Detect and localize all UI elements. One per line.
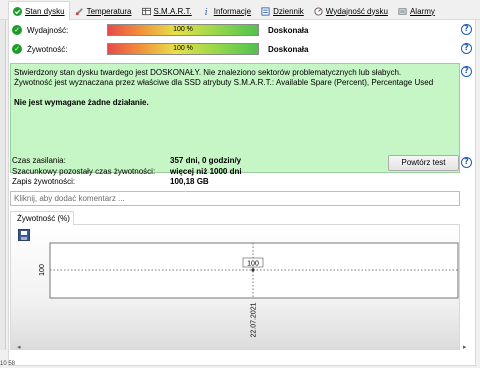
chart-svg: 100 100 22.07.2021	[39, 242, 459, 338]
chart-x-tick-label: 22.07.2021	[251, 302, 258, 337]
corner-text: 10 58	[0, 361, 16, 367]
scroll-right-arrow[interactable]: ▸	[463, 343, 467, 351]
scroll-left-arrow[interactable]: ◂	[17, 343, 21, 351]
chart-point	[251, 268, 255, 272]
chart-y-tick-label: 100	[39, 264, 46, 276]
chart-data-label: 100	[247, 261, 259, 268]
